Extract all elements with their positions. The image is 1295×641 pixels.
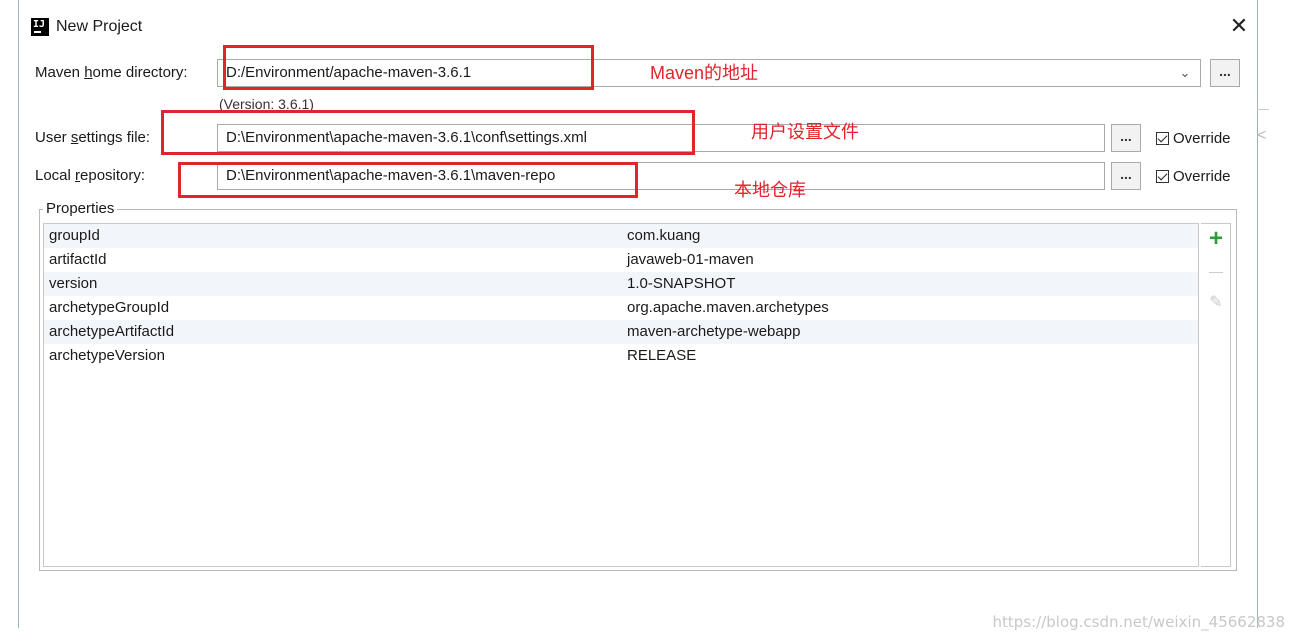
annotation-maven: Maven的地址 [650,63,759,83]
intellij-icon: IJ [31,18,49,36]
divider [1257,109,1269,110]
annotation-box-maven [223,45,594,90]
property-key: archetypeArtifactId [49,323,175,340]
remove-icon[interactable]: — [1205,260,1227,282]
properties-table[interactable]: groupId com.kuang artifactId javaweb-01-… [43,223,1199,567]
table-row[interactable]: archetypeArtifactId maven-archetype-weba… [44,320,1198,344]
property-value: javaweb-01-maven [627,251,754,268]
edit-icon[interactable]: ✎ [1205,292,1227,314]
override-label: Override [1173,167,1231,185]
table-row[interactable]: archetypeGroupId org.apache.maven.archet… [44,296,1198,320]
local-repo-override-checkbox[interactable]: Override [1156,166,1231,186]
override-label: Override [1173,129,1231,147]
property-value: maven-archetype-webapp [627,323,801,340]
table-row[interactable]: artifactId javaweb-01-maven [44,248,1198,272]
maven-home-label: Maven home directory: [35,64,188,81]
new-project-dialog: IJ New Project ✕ Maven home directory: D… [18,0,1258,628]
property-key: archetypeVersion [49,347,165,364]
property-value: RELEASE [627,347,697,364]
chevron-down-icon[interactable]: ⌄ [1178,63,1192,83]
annotation-settings: 用户设置文件 [751,122,859,142]
annotation-box-settings [161,110,695,155]
property-key: artifactId [49,251,107,268]
checkbox-checked-icon[interactable] [1156,169,1169,183]
add-icon[interactable]: + [1205,227,1227,251]
properties-title: Properties [43,200,118,217]
table-row[interactable]: archetypeVersion RELEASE [44,344,1198,368]
close-icon[interactable]: ✕ [1227,14,1251,38]
chevron-left-icon: < [1257,127,1267,144]
table-row[interactable]: groupId com.kuang [44,224,1198,248]
property-value: com.kuang [627,227,701,244]
watermark: https://blog.csdn.net/weixin_45662838 [992,613,1285,631]
dialog-title: New Project [56,18,143,35]
property-key: archetypeGroupId [49,299,170,316]
user-settings-browse-button[interactable]: ... [1111,124,1141,152]
properties-toolbar: + — ✎ [1201,223,1231,567]
user-settings-label: User settings file: [35,129,151,146]
property-value: org.apache.maven.archetypes [627,299,829,316]
user-settings-override-checkbox[interactable]: Override [1156,128,1231,148]
property-key: groupId [49,227,100,244]
local-repo-label: Local repository: [35,167,146,184]
local-repo-browse-button[interactable]: ... [1111,162,1141,190]
annotation-repo: 本地仓库 [734,180,806,200]
table-row[interactable]: version 1.0-SNAPSHOT [44,272,1198,296]
property-key: version [49,275,98,292]
title-bar: IJ New Project ✕ [19,0,1257,54]
annotation-box-repo [178,162,638,198]
checkbox-checked-icon[interactable] [1156,131,1169,145]
maven-home-browse-button[interactable]: ... [1210,59,1240,87]
property-value: 1.0-SNAPSHOT [627,275,736,292]
